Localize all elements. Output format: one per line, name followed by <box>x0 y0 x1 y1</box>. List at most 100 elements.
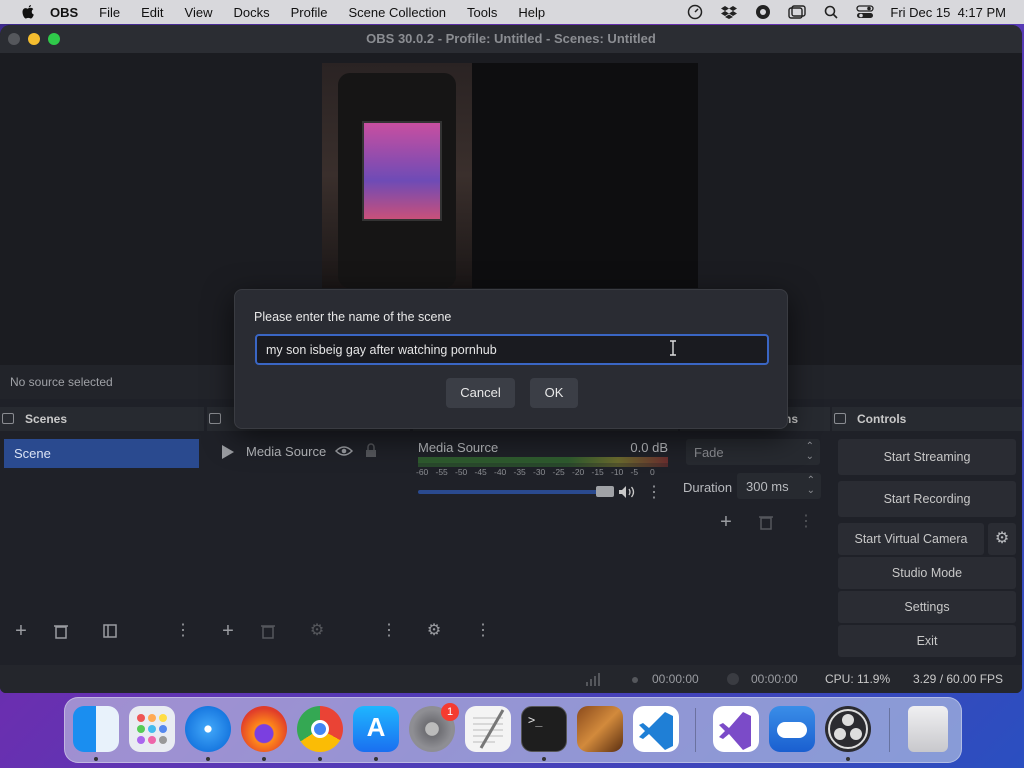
source-list-item[interactable]: Media Source <box>221 443 401 463</box>
safari-icon[interactable] <box>185 706 231 752</box>
duration-input[interactable]: 300 ms ⌃ ⌄ <box>737 473 821 499</box>
scene-list-item[interactable]: Scene <box>4 439 199 468</box>
dropbox-icon[interactable] <box>720 5 738 19</box>
menu-help[interactable]: Help <box>518 5 545 20</box>
ok-button[interactable]: OK <box>530 378 578 408</box>
start-virtual-camera-button[interactable]: Start Virtual Camera <box>838 523 984 555</box>
menu-docks[interactable]: Docks <box>233 5 269 20</box>
apple-icon[interactable] <box>20 4 36 20</box>
record-time: 00:00:00 <box>751 672 798 686</box>
meter-tick-label: -10 <box>611 467 624 477</box>
menu-view[interactable]: View <box>185 5 213 20</box>
dock-icon[interactable] <box>209 413 221 424</box>
add-scene-button[interactable]: + <box>6 618 36 644</box>
firefox-icon[interactable] <box>241 706 287 752</box>
weather-icon[interactable] <box>769 706 815 752</box>
dock-icon[interactable] <box>834 413 846 424</box>
title-bar: OBS 30.0.2 - Profile: Untitled - Scenes:… <box>0 25 1022 53</box>
exit-button[interactable]: Exit <box>838 625 1016 657</box>
play-icon <box>222 445 234 459</box>
dialog-prompt: Please enter the name of the scene <box>254 310 452 324</box>
mixer-more-button[interactable]: ⋮ <box>646 482 662 502</box>
vscode-icon[interactable] <box>633 706 679 752</box>
controls-panel: Controls Start Streaming Start Recording… <box>832 407 1022 657</box>
finder-icon[interactable] <box>73 706 119 752</box>
window-icon[interactable] <box>788 5 807 19</box>
volume-slider[interactable] <box>418 490 613 494</box>
meter-tick-label: -20 <box>572 467 585 477</box>
settings-button[interactable]: Settings <box>838 591 1016 623</box>
start-streaming-button[interactable]: Start Streaming <box>838 439 1016 475</box>
meter-ticks: -60 -55 -50 -45 -40 -35 -30 -25 -20 -15 -10 -5 0 <box>416 467 668 479</box>
volume-slider-handle[interactable] <box>596 486 614 497</box>
scene-filters-button[interactable] <box>95 618 125 644</box>
mixer-menu-button[interactable]: ⋮ <box>468 618 498 644</box>
app-store-icon[interactable]: A <box>353 706 399 752</box>
source-properties-gear-icon[interactable]: ⚙ <box>302 618 332 644</box>
meter-tick-label: -35 <box>513 467 526 477</box>
notification-badge: 1 <box>441 703 459 721</box>
scene-transitions-panel: ns Fade ⌃ ⌄ Duration 300 ms ⌃ ⌄ + ⋮ <box>680 407 830 649</box>
menu-scene-collection[interactable]: Scene Collection <box>348 5 446 20</box>
record-status-dot-icon <box>727 673 739 685</box>
obs-icon[interactable] <box>825 706 871 752</box>
control-center-icon[interactable] <box>856 5 875 19</box>
garageband-icon[interactable] <box>577 706 623 752</box>
launchpad-icon[interactable] <box>129 706 175 752</box>
mixer-level: 0.0 dB <box>630 440 668 455</box>
trash-icon[interactable] <box>908 706 948 752</box>
meter-tick-label: -5 <box>630 467 639 477</box>
search-icon[interactable] <box>822 5 840 19</box>
speaker-icon[interactable] <box>618 485 636 499</box>
remove-scene-button[interactable] <box>46 618 76 644</box>
no-source-label: No source selected <box>10 375 113 389</box>
meter-tick-label: -25 <box>552 467 565 477</box>
menu-obs[interactable]: OBS <box>50 5 78 20</box>
status-bar: 00:00:00 00:00:00 CPU: 11.9% 3.29 / 60.0… <box>0 665 1022 693</box>
start-recording-button[interactable]: Start Recording <box>838 481 1016 517</box>
cancel-button[interactable]: Cancel <box>446 378 515 408</box>
source-more-button[interactable]: ⋮ <box>374 618 404 644</box>
scene-more-button[interactable]: ⋮ <box>168 618 198 644</box>
chrome-icon[interactable] <box>297 706 343 752</box>
menu-file[interactable]: File <box>99 5 120 20</box>
stream-status-icon <box>632 677 638 683</box>
lock-icon[interactable] <box>365 443 377 458</box>
transition-select[interactable]: Fade ⌃ ⌄ <box>686 439 820 465</box>
studio-mode-button[interactable]: Studio Mode <box>838 557 1016 589</box>
meter-tick-label: -55 <box>435 467 448 477</box>
add-transition-button[interactable]: + <box>711 509 741 535</box>
scene-name-input[interactable] <box>255 334 769 365</box>
add-source-button[interactable]: + <box>213 618 243 644</box>
meter-tick-label: -40 <box>494 467 507 477</box>
preview-video <box>322 63 472 288</box>
menu-tools[interactable]: Tools <box>467 5 497 20</box>
meter-tick-label: 0 <box>650 467 655 477</box>
menubar-clock[interactable]: Fri Dec 15 4:17 PM <box>890 5 1006 20</box>
virtual-camera-gear-icon[interactable]: ⚙ <box>988 523 1016 555</box>
chevron-updown-icon: ⌃ ⌄ <box>805 441 814 462</box>
dock-icon[interactable] <box>2 413 14 424</box>
record-status-icon[interactable] <box>754 5 772 19</box>
preview-canvas <box>472 63 698 288</box>
menu-edit[interactable]: Edit <box>141 5 163 20</box>
speedometer-icon[interactable] <box>686 4 704 20</box>
menu-profile[interactable]: Profile <box>291 5 328 20</box>
remove-source-button[interactable] <box>253 618 283 644</box>
advanced-audio-gear-icon[interactable]: ⚙ <box>419 618 449 644</box>
meter-tick-label: -50 <box>455 467 468 477</box>
text-cursor-icon <box>670 340 676 356</box>
scenes-header: Scenes <box>25 412 68 426</box>
remove-transition-button[interactable] <box>751 509 781 535</box>
meter-tick-label: -30 <box>533 467 546 477</box>
eye-icon[interactable] <box>335 445 353 457</box>
controls-header: Controls <box>857 412 907 426</box>
visual-studio-icon[interactable] <box>713 706 759 752</box>
textedit-icon[interactable] <box>465 706 511 752</box>
transition-more-button[interactable]: ⋮ <box>791 509 821 535</box>
terminal-icon[interactable]: >_ <box>521 706 567 752</box>
mixer-source-name: Media Source <box>418 440 499 455</box>
stepper-icon[interactable]: ⌃ ⌄ <box>807 476 815 496</box>
scene-name-dialog: Please enter the name of the scene Cance… <box>234 289 788 429</box>
meter-tick-label: -15 <box>591 467 604 477</box>
